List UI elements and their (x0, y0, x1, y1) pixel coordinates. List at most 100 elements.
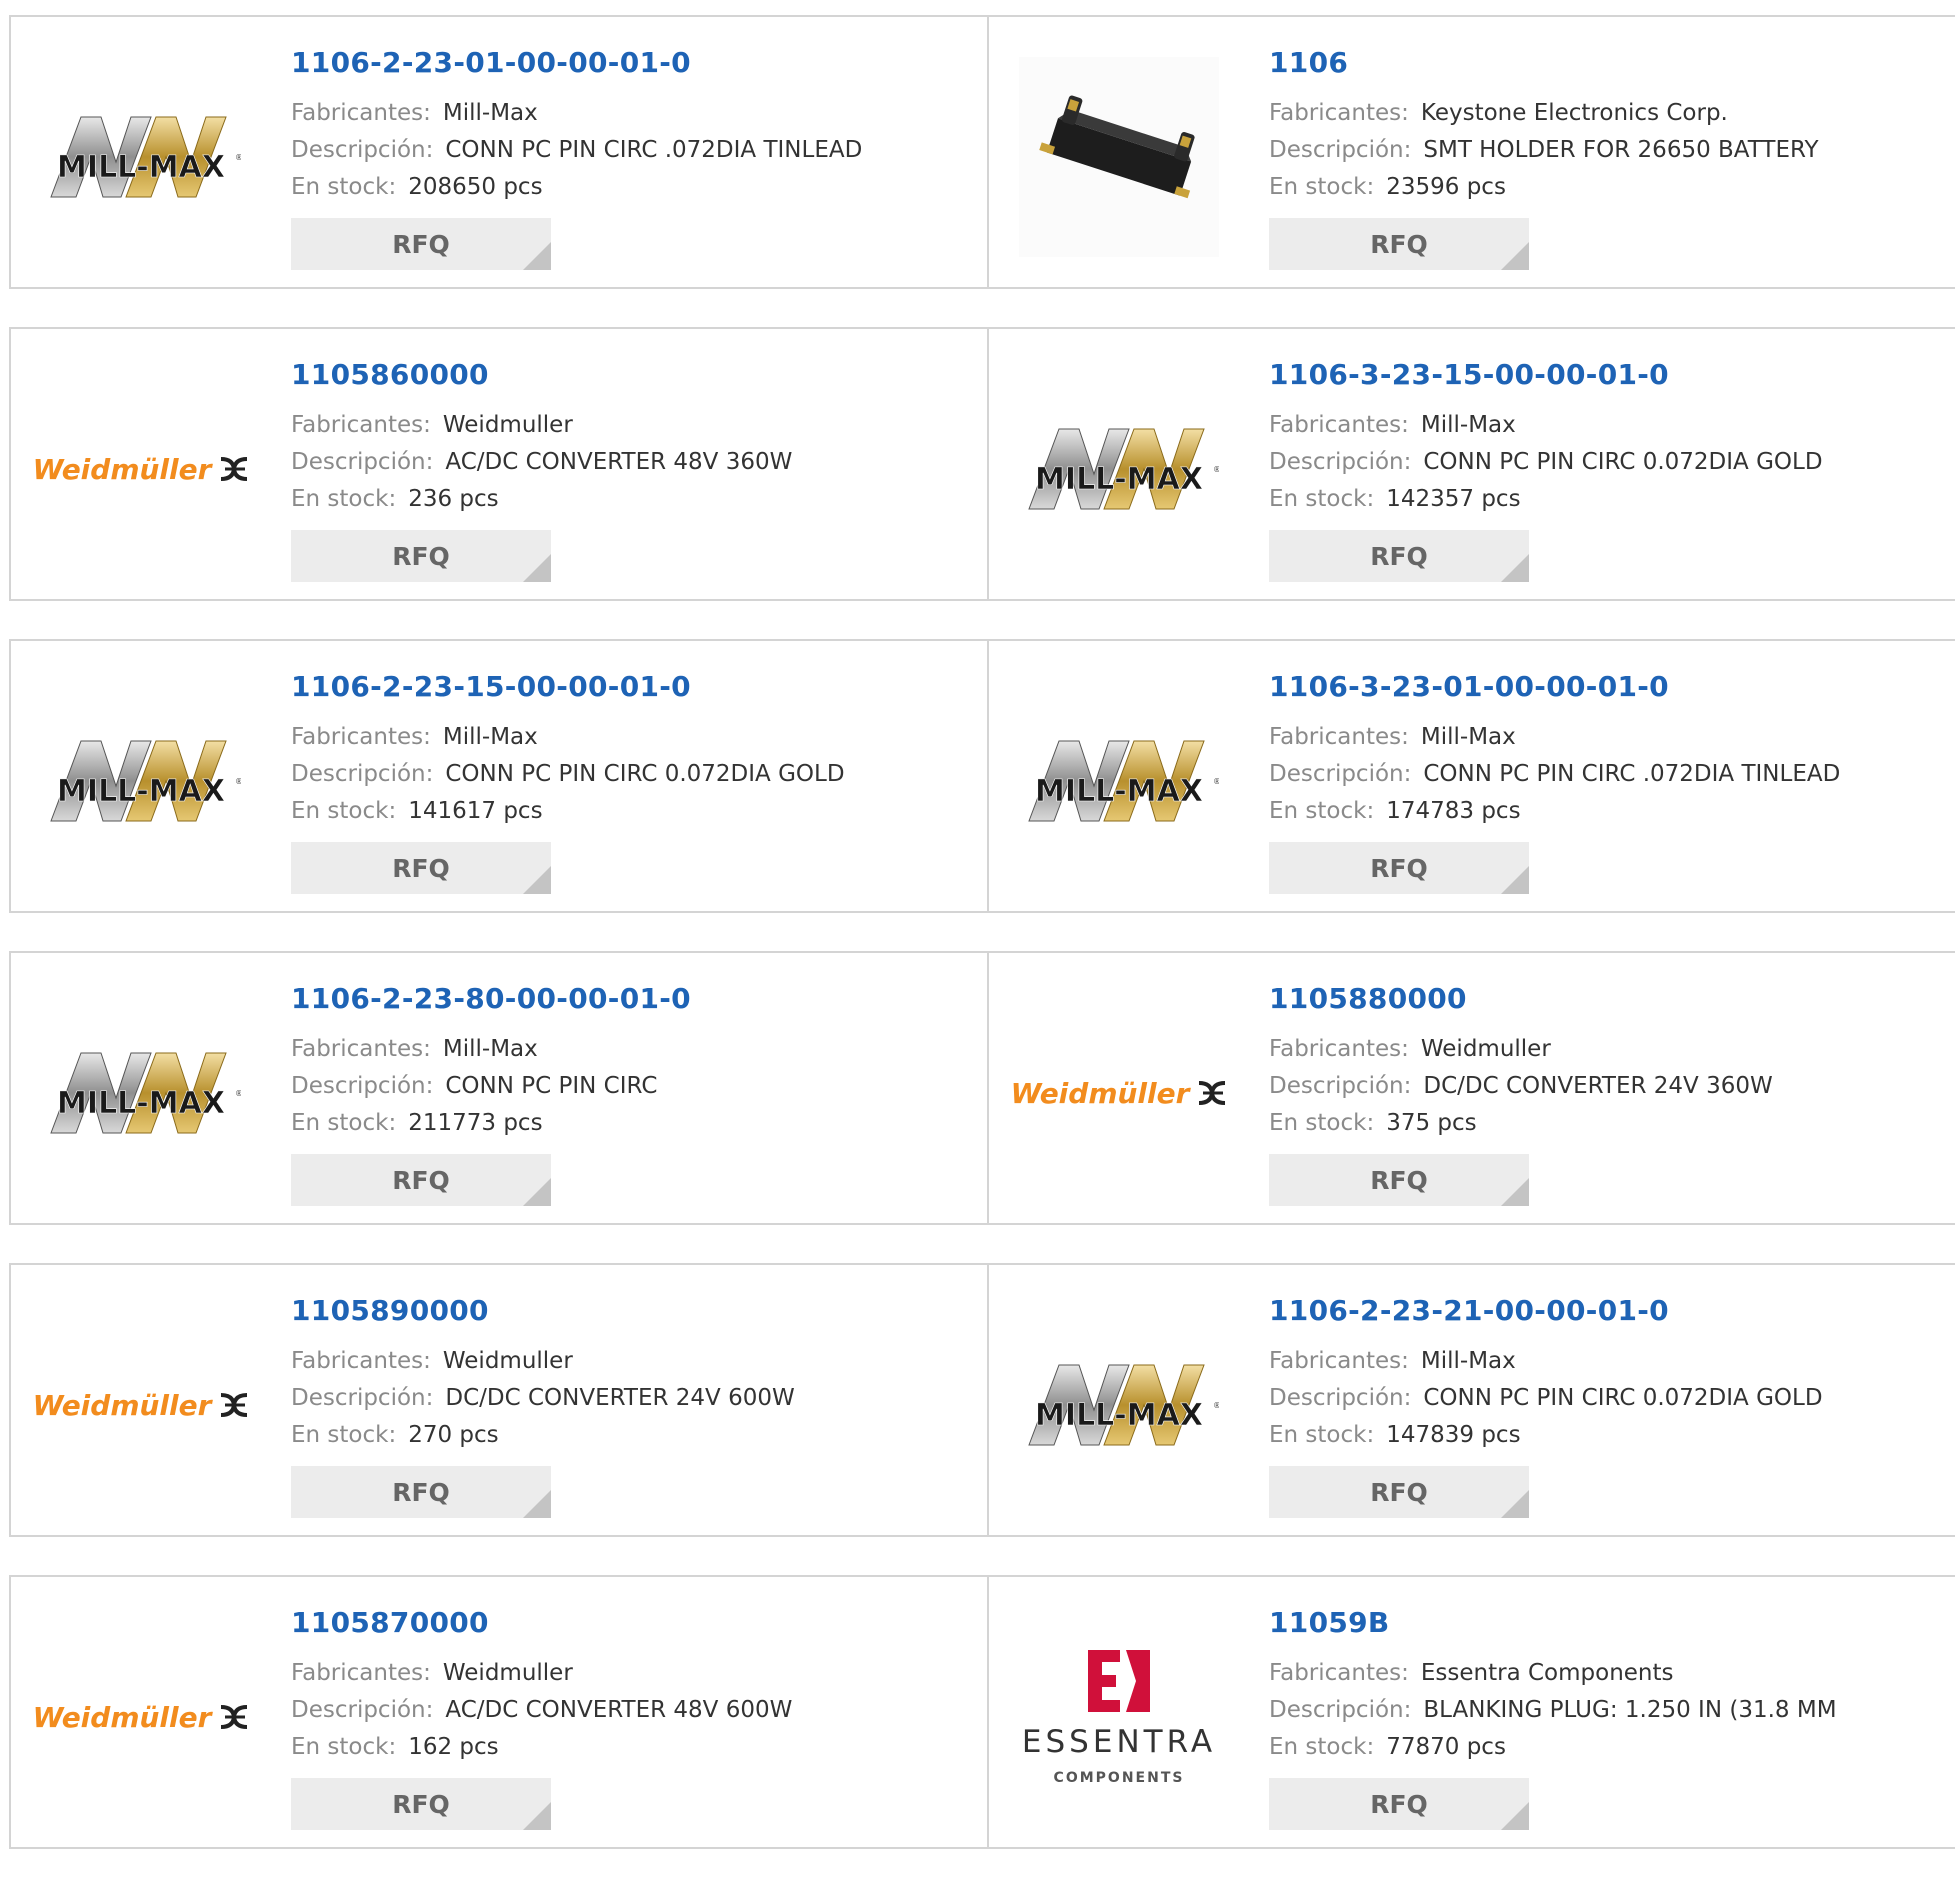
rfq-button[interactable]: RFQ (291, 1154, 551, 1206)
product-card: 1106 Fabricantes: Keystone Electronics Co… (989, 17, 1955, 287)
rfq-label: RFQ (392, 853, 450, 883)
description-line: Descripción: CONN PC PIN CIRC .072DIA TIN… (291, 132, 862, 169)
manufacturer-logo[interactable]: Weidmüller (1011, 993, 1226, 1193)
part-number-link[interactable]: 1106-2-23-15-00-00-01-0 (291, 669, 845, 705)
svg-text:®: ® (1213, 465, 1219, 474)
rfq-button[interactable]: RFQ (291, 1778, 551, 1830)
rfq-button[interactable]: RFQ (1269, 218, 1529, 270)
rfq-button[interactable]: RFQ (291, 1466, 551, 1518)
manufacturer-line: Fabricantes: Essentra Components (1269, 1655, 1837, 1692)
manufacturer-line: Fabricantes: Keystone Electronics Corp. (1269, 95, 1819, 132)
weidmuller-mark-icon (221, 1393, 248, 1417)
rfq-button[interactable]: RFQ (1269, 1778, 1529, 1830)
manufacturer-line: Fabricantes: Mill-Max (291, 719, 845, 756)
part-number-link[interactable]: 1105880000 (1269, 981, 1773, 1017)
stock-line: En stock: 23596 pcs (1269, 169, 1819, 206)
part-number-link[interactable]: 1105870000 (291, 1605, 792, 1641)
manufacturer-logo[interactable]: MILL-MAX ® (1019, 681, 1219, 881)
rfq-label: RFQ (392, 1789, 450, 1819)
description-line: Descripción: AC/DC CONVERTER 48V 360W (291, 444, 792, 481)
product-grid: MILL-MAX ® 1106-2-23-01-00-00-01-0 Fabri… (9, 15, 1955, 1887)
product-card: ESSENTRA COMPONENTS 11059B Fabricantes: E… (989, 1577, 1955, 1847)
manufacturer-logo[interactable]: ESSENTRA COMPONENTS (1019, 1617, 1219, 1817)
rfq-button[interactable]: RFQ (1269, 1466, 1529, 1518)
description-label: Descripción: (291, 1385, 434, 1411)
weidmuller-logo: Weidmüller (33, 1389, 250, 1422)
product-info: 1106 Fabricantes: Keystone Electronics Co… (1269, 45, 1819, 270)
manufacturer-value: Mill-Max (1420, 412, 1516, 438)
rfq-button[interactable]: RFQ (291, 530, 551, 582)
product-info: 1105870000 Fabricantes: Weidmuller Descri… (291, 1605, 792, 1830)
millmax-logo: MILL-MAX ® (50, 116, 241, 198)
manufacturer-logo[interactable]: MILL-MAX ® (41, 681, 241, 881)
rfq-button[interactable]: RFQ (291, 218, 551, 270)
rfq-corner-decoration (1501, 1490, 1529, 1518)
rfq-label: RFQ (392, 1165, 450, 1195)
manufacturer-line: Fabricantes: Weidmuller (291, 407, 792, 444)
essentra-name: ESSENTRA (1021, 1724, 1217, 1760)
part-number-link[interactable]: 11059B (1269, 1605, 1837, 1641)
manufacturer-logo[interactable]: MILL-MAX ® (1019, 369, 1219, 569)
part-number-link[interactable]: 1105860000 (291, 357, 792, 393)
product-row: MILL-MAX ® 1106-2-23-01-00-00-01-0 Fabri… (9, 15, 1955, 289)
stock-value: 23596 pcs (1386, 174, 1506, 200)
description-label: Descripción: (291, 449, 434, 475)
rfq-label: RFQ (1370, 1789, 1428, 1819)
manufacturer-value: Mill-Max (442, 724, 538, 750)
description-label: Descripción: (291, 137, 434, 163)
manufacturer-value: Weidmuller (442, 412, 573, 438)
product-row: Weidmüller 1105860000 Fabricantes: Weidmu… (9, 327, 1955, 601)
stock-line: En stock: 147839 pcs (1269, 1417, 1823, 1454)
manufacturer-label: Fabricantes: (291, 1036, 431, 1062)
rfq-button[interactable]: RFQ (1269, 842, 1529, 894)
part-number-link[interactable]: 1106-3-23-15-00-00-01-0 (1269, 357, 1823, 393)
stock-line: En stock: 141617 pcs (291, 793, 845, 830)
svg-text:®: ® (235, 153, 241, 162)
manufacturer-value: Keystone Electronics Corp. (1420, 100, 1728, 126)
part-number-link[interactable]: 1106-2-23-80-00-00-01-0 (291, 981, 691, 1017)
product-info: 1105880000 Fabricantes: Weidmuller Descri… (1269, 981, 1773, 1206)
millmax-logo: MILL-MAX ® (50, 1052, 241, 1134)
stock-label: En stock: (291, 1110, 397, 1136)
product-card: MILL-MAX ® 1106-2-23-21-00-00-01-0 Fabri… (989, 1265, 1955, 1535)
part-number-link[interactable]: 1106-2-23-21-00-00-01-0 (1269, 1293, 1823, 1329)
rfq-corner-decoration (523, 242, 551, 270)
manufacturer-label: Fabricantes: (291, 412, 431, 438)
manufacturer-logo[interactable]: MILL-MAX ® (1019, 1305, 1219, 1505)
product-card: Weidmüller 1105880000 Fabricantes: Weidmu… (989, 953, 1955, 1223)
rfq-label: RFQ (392, 229, 450, 259)
manufacturer-logo[interactable]: MILL-MAX ® (41, 993, 241, 1193)
rfq-corner-decoration (523, 866, 551, 894)
manufacturer-logo[interactable]: Weidmüller (33, 369, 248, 569)
manufacturer-logo[interactable]: Weidmüller (33, 1305, 248, 1505)
manufacturer-label: Fabricantes: (1269, 1036, 1409, 1062)
rfq-button[interactable]: RFQ (291, 842, 551, 894)
part-number-link[interactable]: 1105890000 (291, 1293, 795, 1329)
rfq-button[interactable]: RFQ (1269, 1154, 1529, 1206)
manufacturer-logo[interactable]: Weidmüller (33, 1617, 248, 1817)
rfq-button[interactable]: RFQ (1269, 530, 1529, 582)
rfq-corner-decoration (523, 1802, 551, 1830)
manufacturer-value: Mill-Max (442, 1036, 538, 1062)
rfq-label: RFQ (1370, 541, 1428, 571)
manufacturer-value: Essentra Components (1420, 1660, 1674, 1686)
manufacturer-line: Fabricantes: Mill-Max (1269, 719, 1840, 756)
part-number-link[interactable]: 1106-3-23-01-00-00-01-0 (1269, 669, 1840, 705)
manufacturer-logo[interactable] (1019, 57, 1219, 257)
rfq-corner-decoration (1501, 1802, 1529, 1830)
description-label: Descripción: (1269, 761, 1412, 787)
manufacturer-logo[interactable]: MILL-MAX ® (41, 57, 241, 257)
description-value: AC/DC CONVERTER 48V 360W (445, 449, 793, 475)
manufacturer-line: Fabricantes: Mill-Max (1269, 407, 1823, 444)
description-label: Descripción: (291, 1073, 434, 1099)
millmax-logo: MILL-MAX ® (1028, 428, 1219, 510)
stock-line: En stock: 174783 pcs (1269, 793, 1840, 830)
description-line: Descripción: CONN PC PIN CIRC 0.072DIA GO… (291, 756, 845, 793)
rfq-label: RFQ (1370, 1165, 1428, 1195)
millmax-logo: MILL-MAX ® (1028, 740, 1219, 822)
part-number-link[interactable]: 1106 (1269, 45, 1819, 81)
part-number-link[interactable]: 1106-2-23-01-00-00-01-0 (291, 45, 862, 81)
manufacturer-line: Fabricantes: Weidmuller (291, 1343, 795, 1380)
stock-line: En stock: 208650 pcs (291, 169, 862, 206)
rfq-label: RFQ (392, 541, 450, 571)
